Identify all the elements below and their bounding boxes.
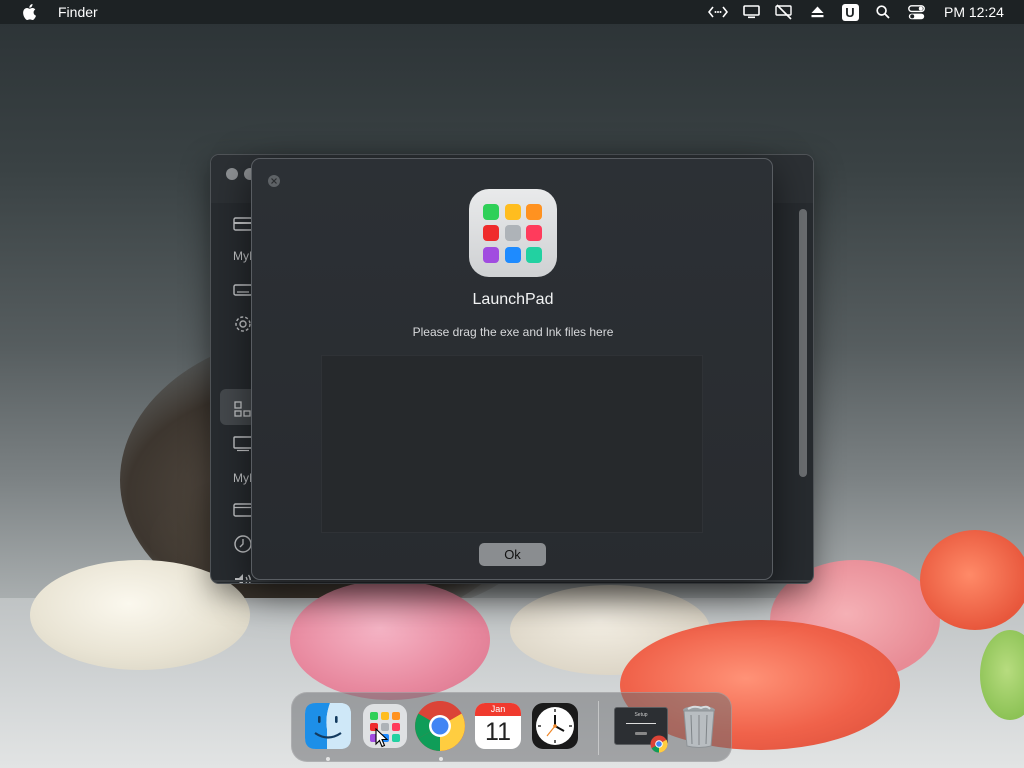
menu-clock[interactable]: PM 12:24 [944,4,1004,20]
finder-running-indicator [326,757,330,761]
launchpad-tile [505,225,521,241]
search-icon[interactable] [873,0,893,24]
muted-display-icon[interactable] [774,0,794,24]
launchpad-tile [505,247,521,263]
dock-separator [598,701,599,755]
wallpaper-candy-orange [920,530,1024,630]
launchpad-tile [526,204,542,220]
calendar-icon[interactable]: Jan 11 [473,701,523,751]
u-app-icon[interactable]: U [840,0,860,24]
window-preview-icon[interactable]: Setup [612,701,668,753]
dialog-close-button[interactable] [268,175,280,187]
launchpad-tile [505,204,521,220]
window-bottom-divider [211,580,813,582]
calendar-month: Jan [475,703,521,716]
mouse-cursor-icon [375,728,389,748]
close-icon [271,178,277,184]
active-app-name[interactable]: Finder [58,4,98,20]
code-arrows-icon[interactable] [707,0,729,24]
eject-icon[interactable] [808,0,826,24]
clock-icon[interactable] [530,701,580,751]
ok-button[interactable]: Ok [479,543,546,566]
dock: Jan 11 Setup [291,692,732,762]
wallpaper-candy-pink [290,580,490,700]
launchpad-tile [483,247,499,263]
trash-icon[interactable] [674,701,724,751]
launchpad-tile [526,247,542,263]
preview-title: Setup [634,712,648,718]
preview-chrome-badge-icon [650,735,668,753]
display-icon[interactable] [741,0,761,24]
launchpad-tile [483,204,499,220]
chrome-running-indicator [439,757,443,761]
window-close-button[interactable] [226,168,238,180]
finder-icon[interactable] [303,701,353,751]
apple-menu-icon[interactable] [22,3,36,21]
dialog-title: LaunchPad [472,291,554,308]
launchpad-tile [526,225,542,241]
calendar-icon-face: Jan 11 [475,703,521,749]
menu-bar: Finder U PM 12:24 [0,0,1024,24]
file-drop-zone[interactable] [321,355,703,533]
control-center-icon[interactable] [906,0,926,24]
settings-scrollbar[interactable] [799,209,807,477]
launchpad-tile [483,225,499,241]
calendar-day: 11 [485,718,511,746]
launchpad-app-icon [469,189,557,277]
u-app-label: U [841,3,859,21]
launchpad-dialog: LaunchPad Please drag the exe and lnk fi… [251,158,773,580]
chrome-icon[interactable] [415,701,465,751]
dialog-instructions: Please drag the exe and lnk files here [412,325,614,339]
